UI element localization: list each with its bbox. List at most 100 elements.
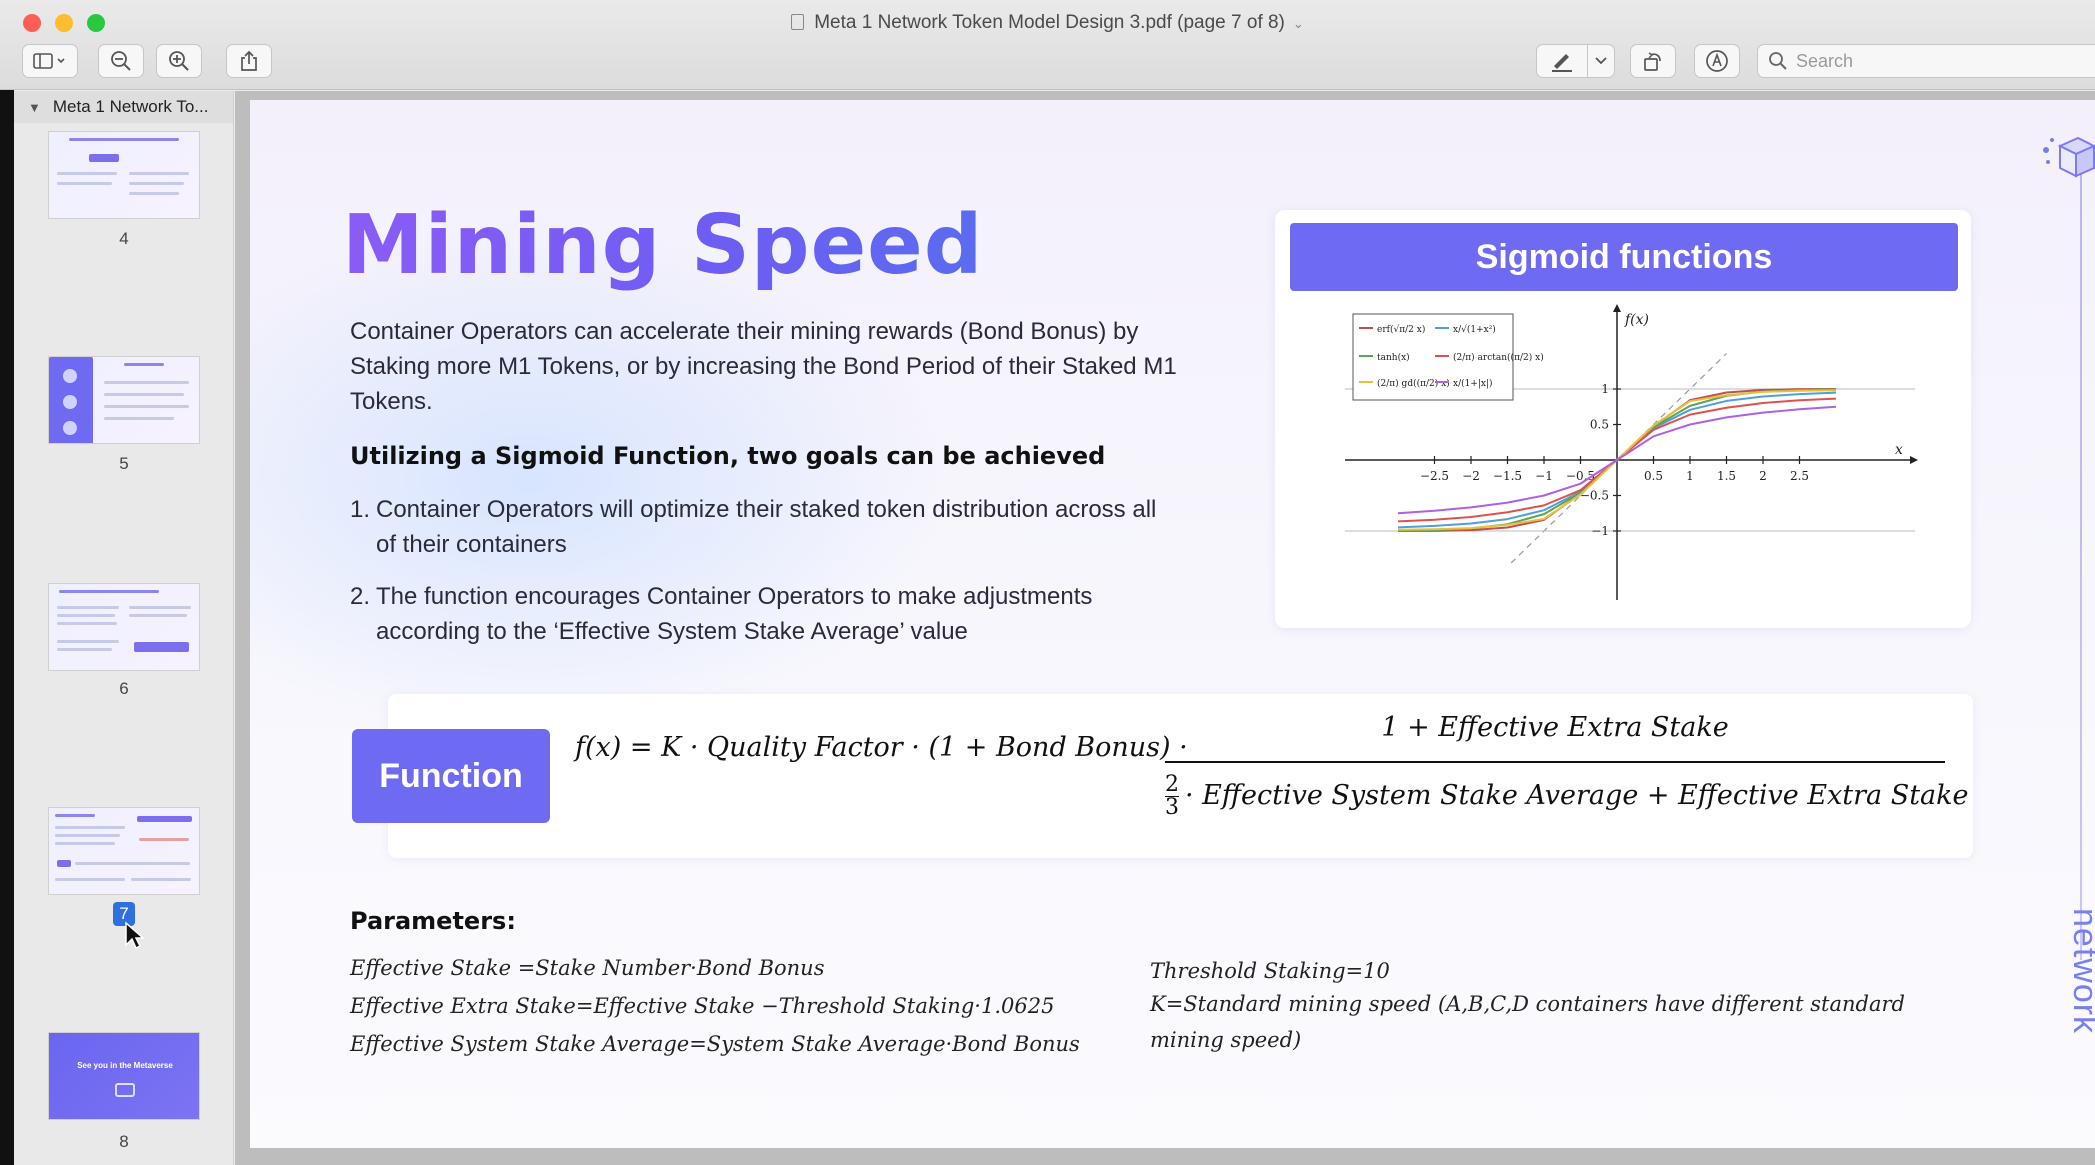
x-tick-label: −2.5: [1420, 469, 1449, 483]
function-badge: Function: [352, 729, 550, 823]
pdf-viewer-window: Meta 1 Network Token Model Design 3.pdf …: [0, 0, 2095, 1165]
zoom-out-icon: [111, 51, 131, 71]
thumbnail-image: [48, 807, 200, 895]
page-number-6: 6: [119, 679, 129, 698]
two-thirds-num: 2: [1165, 772, 1179, 797]
thumbnail-text: See you in the Metaverse: [77, 1061, 173, 1070]
intro-paragraph: Container Operators can accelerate their…: [350, 318, 1177, 415]
window-title[interactable]: Meta 1 Network Token Model Design 3.pdf …: [0, 12, 2095, 34]
goals-heading: Utilizing a Sigmoid Function, two goals …: [350, 442, 1106, 470]
function-fraction: 1 + Effective Extra Stake 2 3 · Effective …: [1165, 712, 1968, 832]
meta1-cube-logo-icon: [2043, 136, 2095, 178]
thumbnail-page-6[interactable]: [48, 583, 200, 671]
chevron-down-icon: [1595, 57, 1607, 65]
two-thirds: 23: [1165, 774, 1179, 819]
x-tick-label: −1.5: [1493, 469, 1522, 483]
mouse-pointer-icon: [125, 921, 144, 950]
thumbnail-sidebar[interactable]: ▼ Meta 1 Network To... 4 5 6 7 See you i…: [14, 91, 234, 1165]
parameter-k: K=Standard mining speed (A,B,C,D contain…: [1150, 992, 1905, 1052]
x-tick-label: 1.5: [1717, 469, 1736, 483]
goal-item-2: 2. The function encourages Container Ope…: [350, 579, 1180, 649]
fraction-numerator: 1 + Effective Extra Stake: [1381, 712, 1729, 743]
sigmoid-plot: −2.5 −2 −1.5 −1 −0.5 0.5 1 1.5 2 2.510.5−0.5−1f(x…: [1345, 304, 1918, 600]
page-number-4: 4: [119, 229, 129, 248]
markup-circle-icon: [1706, 50, 1728, 72]
goal-number: 1.: [350, 496, 371, 523]
parameter-effective-stake: Effective Stake =Stake Number·Bond Bonus: [350, 956, 825, 980]
x-axis-arrow: [1910, 456, 1918, 464]
parameter-effective-system-stake-average: Effective System Stake Average=System St…: [350, 1032, 1080, 1056]
x-tick-label: −2: [1462, 469, 1480, 483]
y-axis-arrow: [1613, 304, 1621, 312]
legend-label: tanh(x): [1377, 352, 1410, 363]
two-thirds-den: 3: [1165, 795, 1179, 820]
goal-text: The function encourages Container Operat…: [376, 583, 1093, 645]
x-axis-label: x: [1895, 442, 1903, 458]
zoom-in-icon: [169, 51, 189, 71]
thumbnail-image: See you in the Metaverse: [48, 1032, 200, 1120]
thumbnail-image: [48, 356, 200, 444]
parameter-threshold-staking: Threshold Staking=10: [1150, 959, 1390, 983]
search-field[interactable]: [1757, 44, 2095, 78]
fraction-denominator: 2 3 · Effective System Stake Average + Eff…: [1165, 774, 1968, 819]
function-lhs: f(x) = K · Quality Factor · (1 + Bond Bo…: [575, 732, 1188, 763]
search-icon: [1769, 52, 1787, 70]
slide-title: Mining Speed: [342, 198, 984, 293]
denominator-text: · Effective System Stake Average + Effec…: [1185, 780, 1969, 811]
sidebar-toggle-button[interactable]: [22, 44, 78, 78]
sidebar-document-header[interactable]: ▼ Meta 1 Network To...: [14, 91, 233, 123]
sigmoid-heading: Sigmoid functions: [1290, 223, 1958, 291]
x-tick-label: −1: [1535, 469, 1553, 483]
zoom-in-button[interactable]: [156, 44, 202, 78]
pen-icon: [1552, 54, 1572, 72]
goal-item-1: 1. Container Operators will optimize the…: [350, 492, 1180, 562]
brand-vertical-text: meta 1 network: [2066, 908, 2095, 1035]
sigmoid-chart-card: Sigmoid functions −2.5 −2 −1.5 −1 −0.5 0.5 1 1.…: [1275, 210, 1971, 628]
y-tick-label: −1: [1591, 524, 1609, 538]
page-number-8: 8: [119, 1132, 129, 1151]
legend-label: erf(√π/2 x): [1377, 324, 1425, 335]
sidebar-icon: [33, 53, 65, 69]
legend-label: x/√(1+x²): [1453, 324, 1496, 335]
annotate-button[interactable]: [1694, 44, 1740, 78]
document-view[interactable]: Mining Speed Container Operators can acc…: [235, 91, 2095, 1165]
x-tick-label: 2.5: [1790, 469, 1809, 483]
markup-pen-button[interactable]: [1536, 44, 1588, 78]
fraction-bar: [1165, 761, 1945, 763]
thumbnail-page-8[interactable]: See you in the Metaverse: [48, 1032, 200, 1120]
thumbnail-page-4[interactable]: [48, 131, 200, 219]
disclosure-triangle-icon[interactable]: ▼: [28, 100, 41, 115]
desktop-edge: [0, 90, 14, 1165]
share-button[interactable]: [226, 44, 272, 78]
goal-number: 2.: [350, 583, 371, 610]
x-tick-label: 1: [1686, 469, 1694, 483]
page-number-5: 5: [119, 454, 129, 473]
x-tick-label: 2: [1759, 469, 1767, 483]
zoom-out-button[interactable]: [98, 44, 144, 78]
pdf-page-7: Mining Speed Container Operators can acc…: [250, 100, 2095, 1148]
legend-label: (2/π) gd((π/2) x): [1377, 378, 1450, 389]
pdf-document-icon: [791, 14, 805, 30]
thumbnail-image: [48, 131, 200, 219]
share-icon: [241, 50, 257, 71]
sidebar-document-name: Meta 1 Network To...: [52, 97, 209, 116]
title-bar: Meta 1 Network Token Model Design 3.pdf …: [0, 0, 2095, 90]
thumbnail-page-7[interactable]: [48, 807, 200, 895]
rotate-icon: [1644, 52, 1661, 71]
y-tick-label: 1: [1601, 382, 1609, 396]
decorative-line: [2080, 170, 2082, 960]
y-axis-label: f(x): [1624, 312, 1649, 328]
x-tick-label: 0.5: [1644, 469, 1663, 483]
search-input[interactable]: [1796, 50, 2076, 72]
chevron-down-icon: ⌄: [1292, 16, 1304, 31]
thumbnail-page-5[interactable]: [48, 356, 200, 444]
goal-text: Container Operators will optimize their …: [376, 496, 1157, 558]
window-title-text: Meta 1 Network Token Model Design 3.pdf …: [814, 12, 1285, 33]
legend-label: x/(1+|x|): [1453, 378, 1493, 389]
rotate-button[interactable]: [1630, 44, 1676, 78]
legend-label: (2/π) arctan((π/2) x): [1453, 352, 1544, 363]
parameters-heading: Parameters:: [350, 907, 516, 935]
thumbnail-image: [48, 583, 200, 671]
y-tick-label: 0.5: [1590, 418, 1609, 432]
markup-menu-button[interactable]: [1587, 44, 1615, 78]
